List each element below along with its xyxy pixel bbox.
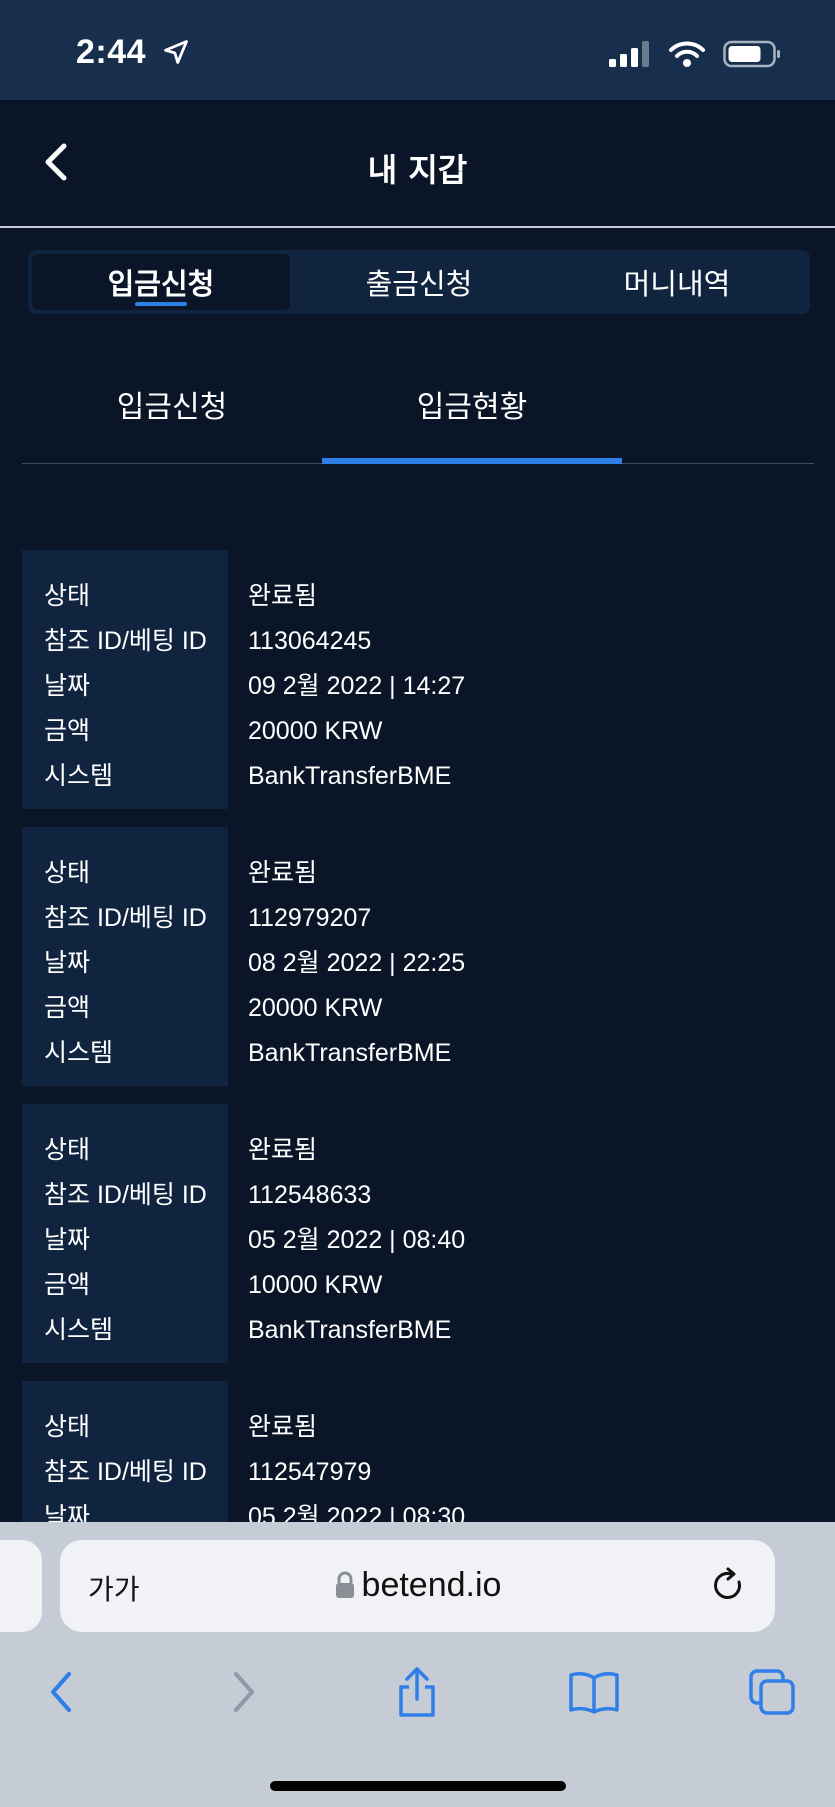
main-tabs: 입금신청 출금신청 머니내역 xyxy=(28,250,810,314)
share-icon xyxy=(399,1667,435,1717)
tab-money-history[interactable]: 머니내역 xyxy=(548,254,806,310)
label-status: 상태 xyxy=(44,1136,91,1164)
record-card: 상태 참조 ID/베팅 ID 날짜 금액 시스템 완료됨 113064245 0… xyxy=(22,550,814,809)
value-system: BankTransferBME xyxy=(248,762,452,790)
label-date: 날짜 xyxy=(44,949,91,977)
label-date: 날짜 xyxy=(44,1226,91,1254)
subtab-deposit-request[interactable]: 입금신청 xyxy=(22,360,322,463)
tabs-icon xyxy=(749,1669,795,1715)
book-icon xyxy=(569,1672,619,1714)
value-reference: 112548633 xyxy=(248,1181,372,1209)
value-date: 05 2월 2022 | 08:40 xyxy=(248,1226,466,1254)
app-header: 내 지갑 xyxy=(0,100,835,228)
battery-icon xyxy=(723,40,780,68)
url-text: betend.io xyxy=(361,1566,502,1604)
browser-back-button[interactable] xyxy=(32,1662,92,1722)
label-reference: 참조 ID/베팅 ID xyxy=(44,904,207,932)
tabs-button[interactable] xyxy=(742,1662,802,1722)
tab-deposit-request[interactable]: 입금신청 xyxy=(32,254,290,310)
label-amount: 금액 xyxy=(44,994,91,1022)
chevron-right-icon xyxy=(234,1672,254,1712)
record-labels: 상태 참조 ID/베팅 ID 날짜 금액 시스템 xyxy=(22,827,228,1086)
value-status: 완료됨 xyxy=(248,859,318,887)
value-date: 08 2월 2022 | 22:25 xyxy=(248,949,466,977)
status-icons xyxy=(609,40,781,68)
label-reference: 참조 ID/베팅 ID xyxy=(44,627,207,655)
lock-icon xyxy=(335,1571,354,1598)
record-card: 상태 참조 ID/베팅 ID 날짜 금액 시스템 완료됨 112979207 0… xyxy=(22,827,814,1086)
cellular-signal-icon xyxy=(609,41,649,67)
browser-forward-button[interactable] xyxy=(213,1662,273,1722)
label-system: 시스템 xyxy=(44,762,114,790)
label-status: 상태 xyxy=(44,859,91,887)
value-amount: 20000 KRW xyxy=(248,717,383,745)
sub-tabs: 입금신청 입금현황 xyxy=(22,360,814,464)
deposit-records: 상태 참조 ID/베팅 ID 날짜 금액 시스템 완료됨 113064245 0… xyxy=(22,550,814,1568)
record-card: 상태 참조 ID/베팅 ID 날짜 금액 시스템 완료됨 112548633 0… xyxy=(22,1104,814,1363)
wifi-icon xyxy=(669,41,705,67)
label-date: 날짜 xyxy=(44,672,91,700)
label-status: 상태 xyxy=(44,1413,91,1441)
value-system: BankTransferBME xyxy=(248,1316,452,1344)
label-system: 시스템 xyxy=(44,1039,114,1067)
record-values: 완료됨 113064245 09 2월 2022 | 14:27 20000 K… xyxy=(228,550,814,809)
value-status: 완료됨 xyxy=(248,1136,318,1164)
browser-toolbar xyxy=(0,1662,835,1732)
label-status: 상태 xyxy=(44,582,91,610)
chevron-left-icon xyxy=(51,1672,71,1712)
previous-tab-pill[interactable] xyxy=(0,1540,42,1632)
subtab-deposit-status[interactable]: 입금현황 xyxy=(322,360,622,464)
share-button[interactable] xyxy=(387,1662,447,1722)
record-labels: 상태 참조 ID/베팅 ID 날짜 금액 시스템 xyxy=(22,1104,228,1363)
status-bar: 2:44 xyxy=(0,0,835,100)
label-amount: 금액 xyxy=(44,1271,91,1299)
value-reference: 112979207 xyxy=(248,904,372,932)
record-values: 완료됨 112979207 08 2월 2022 | 22:25 20000 K… xyxy=(228,827,814,1086)
label-system: 시스템 xyxy=(44,1316,114,1344)
reload-icon[interactable] xyxy=(711,1566,747,1606)
record-labels: 상태 참조 ID/베팅 ID 날짜 금액 시스템 xyxy=(22,550,228,809)
value-status: 완료됨 xyxy=(248,582,318,610)
value-status: 완료됨 xyxy=(248,1413,318,1441)
record-values: 완료됨 112548633 05 2월 2022 | 08:40 10000 K… xyxy=(228,1104,814,1363)
value-amount: 10000 KRW xyxy=(248,1271,383,1299)
label-reference: 참조 ID/베팅 ID xyxy=(44,1181,207,1209)
value-reference: 112547979 xyxy=(248,1458,372,1486)
value-reference: 113064245 xyxy=(248,627,372,655)
value-date: 09 2월 2022 | 14:27 xyxy=(248,672,466,700)
address-bar[interactable]: 가가 betend.io xyxy=(60,1540,775,1632)
bookmarks-button[interactable] xyxy=(564,1662,624,1722)
page-title: 내 지갑 xyxy=(367,151,468,189)
value-amount: 20000 KRW xyxy=(248,994,383,1022)
status-time: 2:44 xyxy=(76,33,147,71)
tab-withdraw-request[interactable]: 출금신청 xyxy=(290,254,548,310)
label-amount: 금액 xyxy=(44,717,91,745)
label-reference: 참조 ID/베팅 ID xyxy=(44,1458,207,1486)
location-arrow-icon xyxy=(164,40,188,64)
home-indicator xyxy=(270,1781,566,1791)
url-display[interactable]: betend.io xyxy=(60,1566,775,1605)
value-system: BankTransferBME xyxy=(248,1039,452,1067)
browser-bar: 가가 betend.io xyxy=(0,1522,835,1807)
